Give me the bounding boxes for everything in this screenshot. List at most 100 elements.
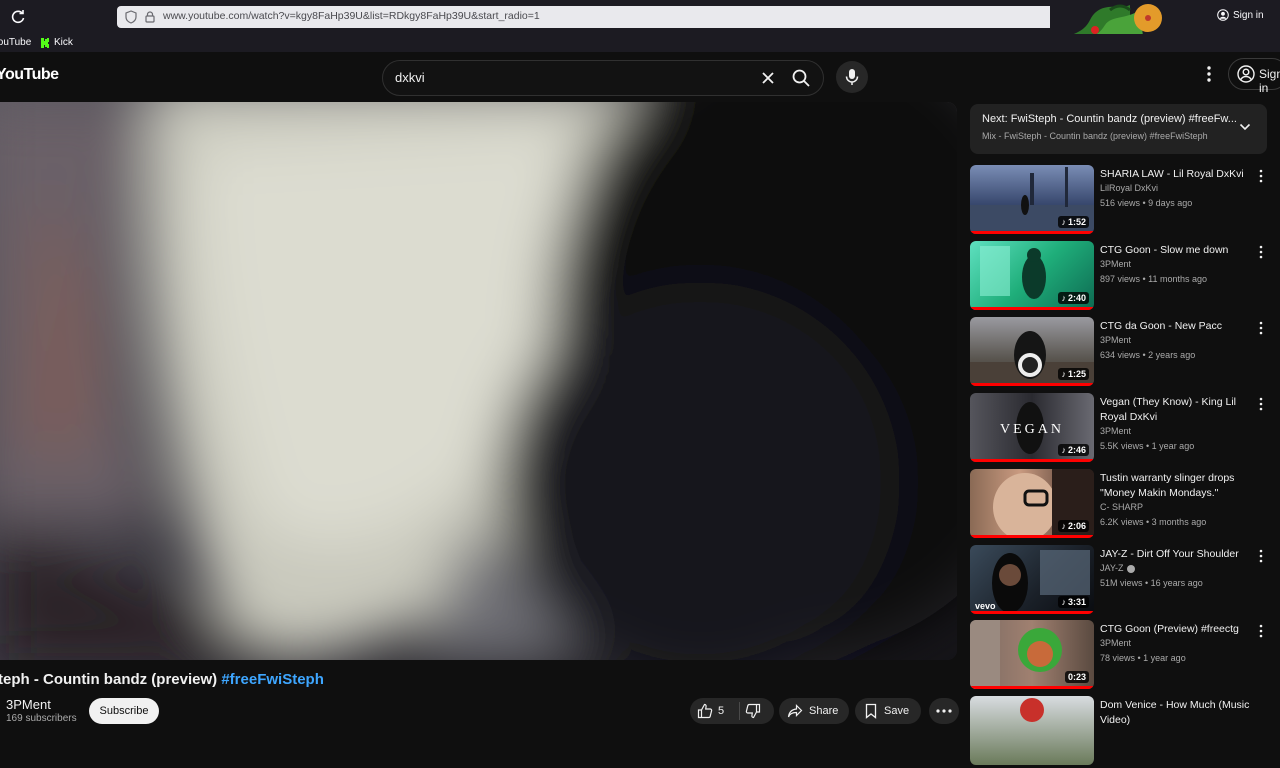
- more-options-icon[interactable]: [1258, 397, 1264, 411]
- mix-playlist-header[interactable]: Next: FwiSteph - Countin bandz (preview)…: [970, 104, 1267, 154]
- url-text[interactable]: www.youtube.com/watch?v=kgy8FaHp39U&list…: [163, 10, 540, 22]
- rec-title[interactable]: CTG Goon - Slow me down: [1100, 243, 1250, 258]
- account-icon: [1217, 9, 1229, 21]
- watch-progress-bar: [970, 535, 1094, 538]
- bookmark-kick[interactable]: Kick: [40, 37, 73, 48]
- address-bar[interactable]: www.youtube.com/watch?v=kgy8FaHp39U&list…: [117, 6, 1124, 28]
- chevron-down-icon[interactable]: [1238, 120, 1252, 134]
- mix-subtitle: Mix - FwiSteph - Countin bandz (preview)…: [982, 131, 1208, 141]
- rec-channel[interactable]: C- SHARP: [1100, 502, 1143, 512]
- tracking-shield-icon[interactable]: [124, 10, 138, 24]
- music-note-icon: ♪: [1061, 369, 1066, 379]
- video-title-hashtag[interactable]: #freeFwiSteph: [221, 671, 324, 688]
- rec-channel[interactable]: 3PMent: [1100, 259, 1131, 269]
- like-icon[interactable]: [697, 703, 713, 719]
- rec-channel[interactable]: 3PMent: [1100, 426, 1131, 436]
- bookmarks-bar: YouTube Kick: [0, 34, 1280, 52]
- duration-badge: 0:23: [1064, 671, 1089, 683]
- signin-label: Sign in: [1259, 67, 1280, 95]
- rec-stats: 634 views • 2 years ago: [1100, 350, 1196, 360]
- rec-title[interactable]: Vegan (They Know) - King Lil Royal DxKvi: [1100, 395, 1250, 425]
- recommended-video[interactable]: ♪ 1:25 CTG da Goon - New Pacc 3PMent 634 …: [970, 317, 1280, 389]
- youtube-header: YouTube dxkvi Sign in: [0, 52, 1280, 100]
- dislike-icon[interactable]: [745, 703, 761, 719]
- duration-text: 3:31: [1067, 597, 1086, 607]
- rec-channel[interactable]: 3PMent: [1100, 638, 1131, 648]
- rec-channel[interactable]: LilRoyal DxKvi: [1100, 183, 1158, 193]
- kick-icon: [41, 37, 49, 48]
- browser-account[interactable]: Sign in: [1217, 9, 1264, 21]
- recommended-video[interactable]: ♪ 2:40 CTG Goon - Slow me down 3PMent 897…: [970, 241, 1280, 313]
- more-actions-button[interactable]: [929, 698, 959, 724]
- rec-title[interactable]: CTG da Goon - New Pacc: [1100, 319, 1250, 334]
- bookmark-youtube-label: YouTube: [0, 37, 32, 48]
- more-options-icon[interactable]: [1258, 245, 1264, 259]
- signin-button[interactable]: Sign in: [1228, 58, 1280, 95]
- recommended-video[interactable]: Dom Venice - How Much (Music Video): [970, 696, 1280, 768]
- clear-search-icon[interactable]: [759, 69, 777, 87]
- music-note-icon: ♪: [1061, 445, 1066, 455]
- rec-title[interactable]: CTG Goon (Preview) #freectg: [1100, 622, 1250, 637]
- video-title: FwiSteph - Countin bandz (preview) #free…: [0, 671, 324, 688]
- lock-icon[interactable]: [143, 10, 157, 24]
- duration-text: 1:52: [1067, 217, 1086, 227]
- video-thumbnail[interactable]: 0:23: [970, 620, 1094, 689]
- reload-icon[interactable]: [10, 9, 26, 25]
- duration-text: 2:46: [1067, 445, 1086, 455]
- settings-menu-icon[interactable]: [1200, 64, 1218, 84]
- recommended-video[interactable]: ♪ 2:06 Tustin warranty slinger drops "Mon…: [970, 469, 1280, 541]
- music-note-icon: ♪: [1061, 597, 1066, 607]
- watch-progress-bar: [970, 307, 1094, 310]
- channel-name[interactable]: 3PMent: [6, 697, 51, 712]
- save-button[interactable]: Save: [855, 698, 921, 724]
- video-thumbnail[interactable]: ♪ 2:06: [970, 469, 1094, 538]
- recommended-video[interactable]: VEGAN ♪ 2:46 Vegan (They Know) - King Lil…: [970, 393, 1280, 465]
- search-box[interactable]: dxkvi: [382, 60, 824, 96]
- more-horizontal-icon: [936, 709, 952, 713]
- more-options-icon[interactable]: [1258, 321, 1264, 335]
- subscribe-button[interactable]: Subscribe: [89, 698, 159, 724]
- voice-search-button[interactable]: [836, 61, 868, 93]
- search-input[interactable]: dxkvi: [395, 70, 425, 85]
- rec-title[interactable]: JAY-Z - Dirt Off Your Shoulder: [1100, 547, 1250, 562]
- duration-text: 0:23: [1067, 672, 1086, 682]
- video-thumbnail[interactable]: vevo ♪ 3:31: [970, 545, 1094, 614]
- bookmark-youtube[interactable]: YouTube: [0, 37, 31, 48]
- duration-badge: ♪ 2:06: [1058, 520, 1089, 532]
- like-divider: [739, 702, 740, 720]
- verified-badge-icon: [1126, 564, 1135, 573]
- recommended-video[interactable]: vevo ♪ 3:31 JAY-Z - Dirt Off Your Shoulde…: [970, 545, 1280, 617]
- video-thumbnail[interactable]: ♪ 1:52: [970, 165, 1094, 234]
- video-thumbnail[interactable]: VEGAN ♪ 2:46: [970, 393, 1094, 462]
- rec-channel[interactable]: JAY-Z: [1100, 563, 1124, 573]
- youtube-logo[interactable]: YouTube: [0, 66, 59, 84]
- rec-title[interactable]: Tustin warranty slinger drops "Money Mak…: [1100, 471, 1250, 501]
- duration-text: 2:06: [1067, 521, 1086, 531]
- recommended-video[interactable]: ♪ 1:52 SHARIA LAW - Lil Royal DxKvi LilRo…: [970, 165, 1280, 237]
- rec-stats: 516 views • 9 days ago: [1100, 198, 1193, 208]
- video-thumbnail[interactable]: ♪ 2:40: [970, 241, 1094, 310]
- account-icon: [1237, 65, 1255, 83]
- rec-title[interactable]: SHARIA LAW - Lil Royal DxKvi: [1100, 167, 1250, 182]
- save-playlist-icon: [865, 703, 877, 719]
- video-thumbnail[interactable]: [970, 696, 1094, 765]
- bookmark-kick-label: Kick: [54, 37, 73, 48]
- duration-text: 1:25: [1067, 369, 1086, 379]
- rec-title[interactable]: Dom Venice - How Much (Music Video): [1100, 698, 1250, 728]
- more-options-icon[interactable]: [1258, 549, 1264, 563]
- save-label: Save: [884, 705, 910, 717]
- video-thumbnail[interactable]: ♪ 1:25: [970, 317, 1094, 386]
- recommended-video[interactable]: 0:23 CTG Goon (Preview) #freectg 3PMent …: [970, 620, 1280, 692]
- like-count[interactable]: 5: [718, 705, 724, 717]
- more-options-icon[interactable]: [1258, 624, 1264, 638]
- rec-channel[interactable]: 3PMent: [1100, 335, 1131, 345]
- thumbnail-image: [1020, 698, 1044, 722]
- rec-stats: 6.2K views • 3 months ago: [1100, 517, 1207, 527]
- search-icon[interactable]: [791, 68, 811, 88]
- share-button[interactable]: Share: [779, 698, 849, 724]
- microphone-icon: [845, 69, 859, 85]
- watch-progress-bar: [970, 383, 1094, 386]
- video-player[interactable]: [0, 102, 957, 660]
- music-note-icon: ♪: [1061, 521, 1066, 531]
- more-options-icon[interactable]: [1258, 169, 1264, 183]
